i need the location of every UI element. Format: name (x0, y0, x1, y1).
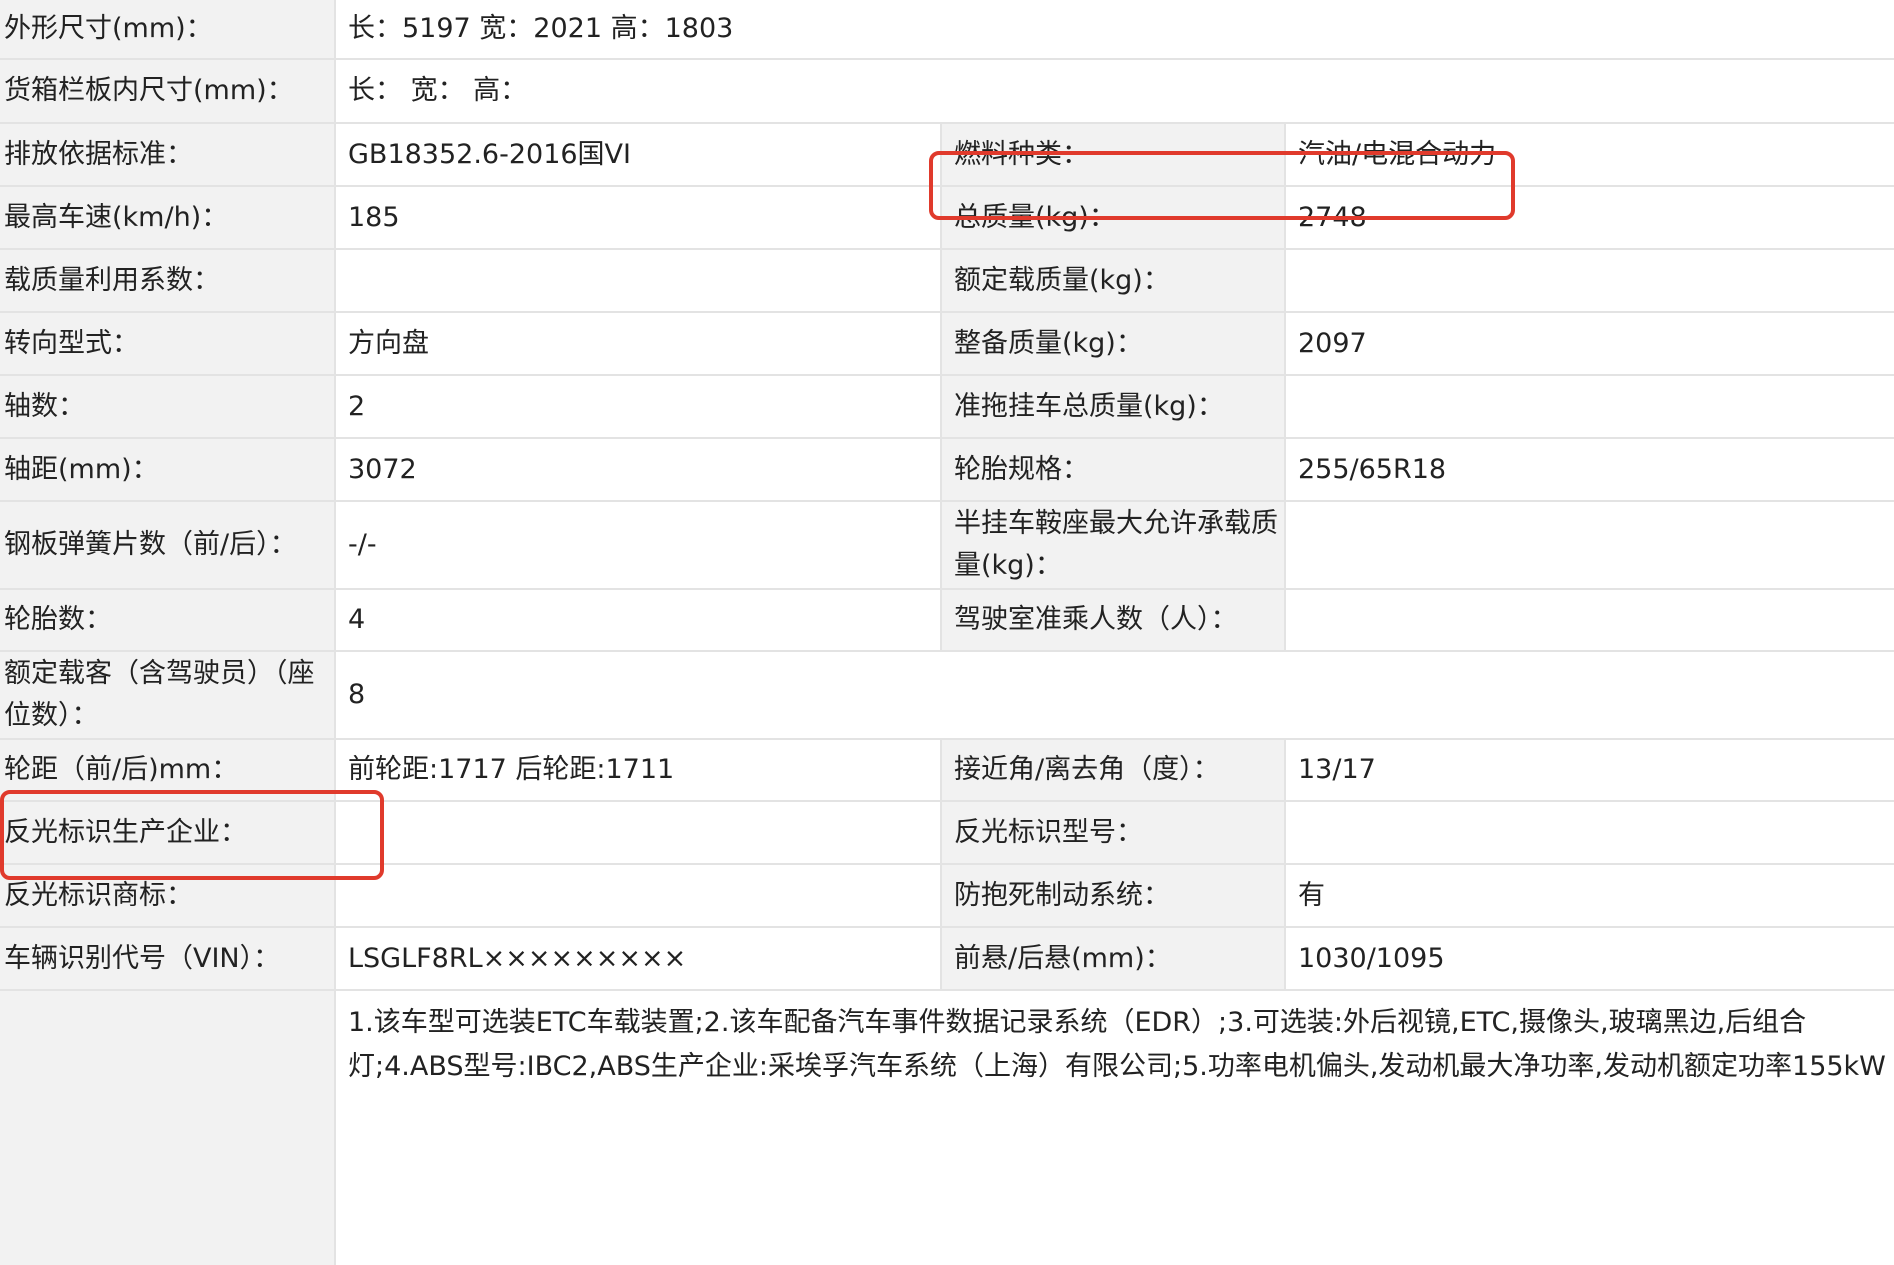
spec-value: 1030/1095 (1284, 928, 1894, 989)
spec-row: 额定载客（含驾驶员）（座位数）： 8 (0, 652, 1894, 740)
spec-label: 轮胎数： (4, 604, 112, 635)
spec-value: 185 (334, 187, 940, 248)
spec-label: 排放依据标准： (4, 138, 193, 170)
spec-value (1284, 376, 1894, 437)
spec-value: 长：5197 宽：2021 高：1803 (334, 0, 1894, 58)
spec-value: GB18352.6-2016国VI (334, 124, 940, 185)
spec-value: 汽油/电混合动力 (1284, 124, 1894, 185)
remarks-text: 1.该车型可选装ETC车载装置;2.该车配备汽车事件数据记录系统（EDR）;3.… (334, 991, 1894, 1265)
spec-label: 额定载客（含驾驶员）（座位数）： (4, 658, 315, 731)
spec-value: 有 (1284, 865, 1894, 926)
spec-row: 载质量利用系数： 额定载质量(kg)： (0, 250, 1894, 313)
spec-value: 2 (334, 376, 940, 437)
spec-value: 长： 宽： 高： (334, 60, 1894, 122)
spec-label: 反光标识型号： (940, 802, 1284, 863)
spec-label: 额定载质量(kg)： (940, 250, 1284, 311)
spec-row: 钢板弹簧片数（前/后）： -/- 半挂车鞍座最大允许承载质量(kg)： (0, 502, 1894, 590)
spec-label: 轴数： (4, 390, 85, 422)
spec-row: 反光标识商标： 防抱死制动系统：有 (0, 865, 1894, 928)
spec-value: LSGLF8RL××××××××× (334, 928, 940, 989)
spec-label: 最高车速(km/h)： (4, 201, 229, 233)
vehicle-spec-sheet: 外形尺寸(mm)： 长：5197 宽：2021 高：1803 货箱栏板内尺寸(mm)… (0, 0, 1894, 1265)
spec-label: 防抱死制动系统： (940, 865, 1284, 926)
spec-label: 整备质量(kg)： (940, 313, 1284, 374)
spec-row: 轮胎数： 4 驾驶室准乘人数（人）： (0, 590, 1894, 652)
spec-value (334, 802, 940, 863)
spec-label: 转向型式： (4, 327, 139, 359)
spec-label: 驾驶室准乘人数（人）： (940, 590, 1284, 650)
spec-label: 半挂车鞍座最大允许承载质量(kg)： (940, 502, 1284, 588)
spec-value: 方向盘 (334, 313, 940, 374)
spec-value (1284, 250, 1894, 311)
spec-label: 货箱栏板内尺寸(mm)： (4, 75, 294, 106)
spec-value: 255/65R18 (1284, 439, 1894, 500)
spec-label: 轴距(mm)： (4, 453, 159, 485)
spec-value: 4 (334, 590, 940, 650)
spec-row: 外形尺寸(mm)： 长：5197 宽：2021 高：1803 (0, 0, 1894, 60)
spec-row: 反光标识生产企业： 反光标识型号： (0, 802, 1894, 865)
spec-label: 燃料种类： (940, 124, 1284, 185)
spec-value (334, 865, 940, 926)
spec-row: 轮距（前/后)mm： 前轮距:1717 后轮距:1711 接近角/离去角（度）： 13… (0, 740, 1894, 802)
spec-label: 前悬/后悬(mm)： (940, 928, 1284, 989)
spec-row: 最高车速(km/h)： 185 总质量(kg)： 2748 (0, 187, 1894, 250)
spec-value: 8 (334, 652, 1894, 738)
spec-value: 2097 (1284, 313, 1894, 374)
spec-row: 轴距(mm)： 3072 轮胎规格： 255/65R18 (0, 439, 1894, 502)
spec-value: -/- (334, 502, 940, 588)
spec-label: 反光标识生产企业： (4, 816, 247, 848)
spec-label: 车辆识别代号（VIN）： (4, 942, 281, 974)
spec-value (1284, 502, 1894, 588)
spec-value (1284, 590, 1894, 650)
spec-row: 转向型式： 方向盘 整备质量(kg)： 2097 (0, 313, 1894, 376)
spec-label: 总质量(kg)： (940, 187, 1284, 248)
spec-label: 轮胎规格： (940, 439, 1284, 500)
spec-label: 钢板弹簧片数（前/后）： (4, 529, 297, 560)
spec-value (334, 250, 940, 311)
spec-value (1284, 802, 1894, 863)
spec-label: 载质量利用系数： (4, 264, 220, 296)
spec-value: 2748 (1284, 187, 1894, 248)
spec-label: 轮距（前/后)mm： (4, 754, 239, 785)
spec-value: 前轮距:1717 后轮距:1711 (334, 740, 940, 800)
spec-label: 外形尺寸(mm)： (4, 13, 213, 44)
spec-value: 13/17 (1284, 740, 1894, 800)
spec-row: 排放依据标准： GB18352.6-2016国VI 燃料种类： 汽油/电混合动力 (0, 124, 1894, 187)
spec-label: 准拖挂车总质量(kg)： (940, 376, 1284, 437)
spec-value: 3072 (334, 439, 940, 500)
spec-label: 接近角/离去角（度）： (940, 740, 1284, 800)
spec-row: 轴数： 2 准拖挂车总质量(kg)： (0, 376, 1894, 439)
spec-label: 反光标识商标： (4, 879, 193, 911)
spec-row: 货箱栏板内尺寸(mm)： 长： 宽： 高： (0, 60, 1894, 124)
spec-row: 车辆识别代号（VIN）： LSGLF8RL××××××××× 前悬/后悬(mm)： 1… (0, 928, 1894, 991)
